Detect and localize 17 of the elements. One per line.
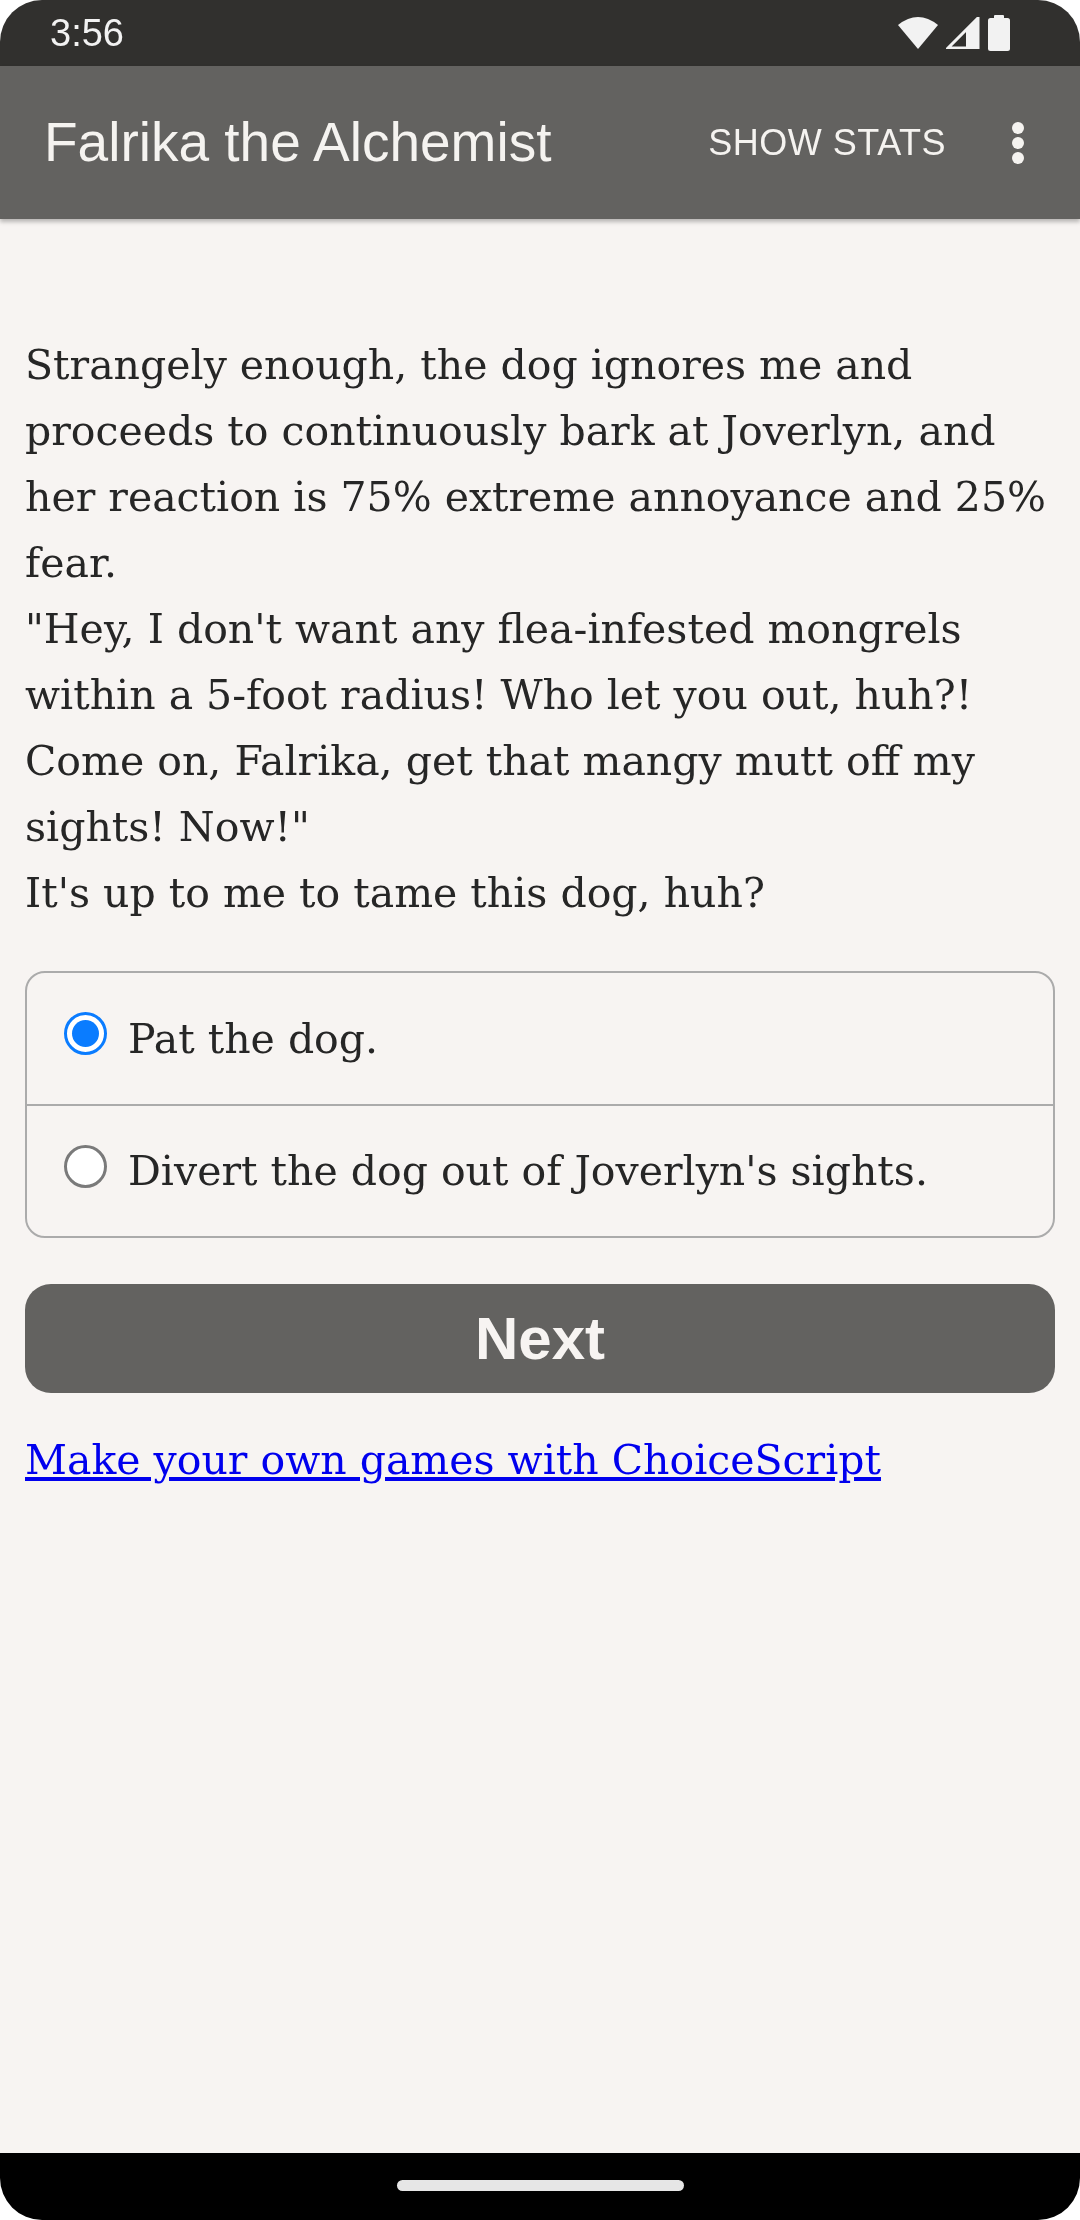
status-time: 3:56: [50, 14, 124, 52]
wifi-icon: [898, 17, 938, 49]
app-title: Falrika the Alchemist: [44, 115, 553, 170]
choice-option[interactable]: Pat the dog.: [27, 973, 1053, 1104]
story-paragraph: "Hey, I don't want any flea-infested mongrels within a 5-foot radius! Who let you out, huh?! Come on, Falrika, get that mangy mutt off my sights! Now!": [25, 604, 976, 853]
signal-icon: [946, 17, 980, 49]
next-button[interactable]: Next: [25, 1284, 1055, 1393]
footer-link[interactable]: Make your own games with ChoiceScript: [25, 1436, 881, 1484]
home-handle[interactable]: [396, 2180, 684, 2191]
radio-button[interactable]: [64, 1012, 107, 1055]
show-stats-button[interactable]: SHOW STATS: [694, 92, 960, 193]
choice-option[interactable]: Divert the dog out of Joverlyn's sights.: [27, 1104, 1053, 1236]
story-paragraph: It's up to me to tame this dog, huh?: [25, 868, 766, 919]
radio-button[interactable]: [64, 1144, 107, 1188]
more-icon: [1012, 121, 1024, 164]
story-paragraph: Strangely enough, the dog ignores me and proceeds to continuously bark at Joverlyn, and her reaction is 75% extreme annoyance and 25% fear.: [25, 340, 1047, 589]
battery-icon: [988, 15, 1010, 51]
